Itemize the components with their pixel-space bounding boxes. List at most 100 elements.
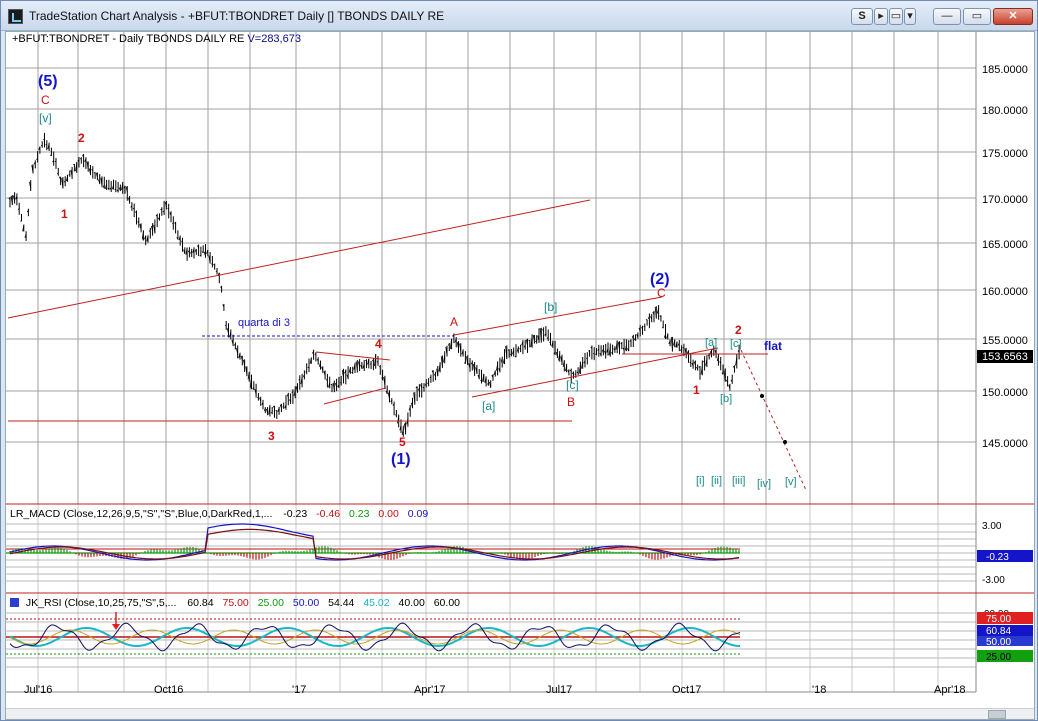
macd-value-2: -0.46 xyxy=(316,508,341,520)
time-label: '17 xyxy=(292,684,306,696)
wave-1-right-label: 1 xyxy=(693,383,700,397)
scrollbar-thumb[interactable] xyxy=(988,710,1006,719)
rsi-25-value: 25.00 xyxy=(986,652,1011,663)
s-button[interactable]: S xyxy=(851,8,873,25)
wave-c-box-label: [c] xyxy=(566,378,579,392)
wave-1-big-label: (1) xyxy=(391,451,411,468)
wave-a-label: A xyxy=(450,315,458,329)
wave-v-right-label: [v] xyxy=(785,476,797,488)
wave-4-label: 4 xyxy=(375,337,382,351)
rsi-value-7: 40.00 xyxy=(398,597,425,609)
wave-i-label: [i] xyxy=(696,475,705,487)
rsi-value-4: 50.00 xyxy=(292,597,320,609)
rsi-current-value: 60.84 xyxy=(986,626,1011,637)
time-label: Apr'18 xyxy=(934,684,965,696)
price-label: 175.0000 xyxy=(982,148,1028,160)
wave-iv-label: [iv] xyxy=(757,478,771,490)
price-label: 185.0000 xyxy=(982,64,1028,76)
long-trendline xyxy=(7,199,591,319)
wave-ii-label: [ii] xyxy=(711,475,722,487)
wave-a-box-label: [a] xyxy=(482,399,495,413)
triangle-top xyxy=(315,351,391,361)
wave-b-box2-label: [b] xyxy=(720,393,732,405)
axes xyxy=(6,32,1034,693)
maximize-button[interactable]: ▭ xyxy=(963,8,991,25)
rsi-legend-square-icon xyxy=(10,598,19,607)
macd-panel xyxy=(6,523,976,582)
macd-value-4: 0.00 xyxy=(378,508,399,520)
symbol-label: +BFUT:TBONDRET - Daily TBONDS DAILY RE xyxy=(12,33,245,45)
wave-5-label: (5) xyxy=(38,73,58,90)
time-axis-labels: Jul'16 Oct16 '17 Apr'17 Jul17 Oct17 '18 … xyxy=(24,684,965,696)
close-button[interactable]: ✕ xyxy=(993,8,1033,25)
rsi-50-value: 50.00 xyxy=(986,637,1011,648)
wave-c-right-label: C xyxy=(657,286,666,300)
trading-window: TradeStation Chart Analysis - +BFUT:TBON… xyxy=(0,0,1038,721)
time-label: Jul17 xyxy=(546,684,572,696)
symbol-header: +BFUT:TBONDRET - Daily TBONDS DAILY RE V… xyxy=(12,33,301,45)
price-label: 170.0000 xyxy=(982,194,1028,206)
volume-label: V=283,673 xyxy=(247,33,301,45)
flat-label: flat xyxy=(764,339,782,353)
chart-area[interactable]: 185.0000 180.0000 175.0000 170.0000 165.… xyxy=(5,31,1035,720)
time-label: '18 xyxy=(812,684,826,696)
wave-5-low-label: 5 xyxy=(399,435,406,449)
svg-text:3.00: 3.00 xyxy=(982,521,1002,532)
rsi-panel xyxy=(6,612,976,668)
channel-top xyxy=(453,296,663,336)
wave-3-label: 3 xyxy=(268,429,275,443)
wave-1-label: 1 xyxy=(61,207,68,221)
horizontal-scrollbar[interactable] xyxy=(6,708,1034,719)
minimize-button[interactable]: — xyxy=(933,8,961,25)
macd-value-3: 0.23 xyxy=(349,508,370,520)
wave-2-label: 2 xyxy=(78,131,85,145)
projection-point-1 xyxy=(760,394,764,398)
macd-legend[interactable]: LR_MACD (Close,12,26,9,5,"S","S",Blue,0,… xyxy=(10,508,428,520)
time-label: Oct16 xyxy=(154,684,183,696)
title-bar[interactable]: TradeStation Chart Analysis - +BFUT:TBON… xyxy=(1,1,1037,31)
rsi-value-6: 45.02 xyxy=(363,597,390,609)
time-label: Oct17 xyxy=(672,684,701,696)
price-label: 155.0000 xyxy=(982,335,1028,347)
rsi-value-3: 25.00 xyxy=(257,597,284,609)
price-label: 160.0000 xyxy=(982,286,1028,298)
dropdown-button[interactable]: ▾ xyxy=(904,8,916,25)
rsi-value-5: 54.44 xyxy=(328,597,355,609)
macd-name: LR_MACD (Close,12,26,9,5,"S","S",Blue,0,… xyxy=(10,508,273,520)
price-label: 180.0000 xyxy=(982,105,1028,117)
wave-a-box2-label: [a] xyxy=(705,337,717,349)
triangle-bottom xyxy=(323,387,387,405)
wave-b-box-label: [b] xyxy=(544,300,557,314)
time-label: Jul'16 xyxy=(24,684,52,696)
wave-iii-label: [iii] xyxy=(732,475,745,487)
wave-c-box2-label: [c] xyxy=(730,338,742,350)
tools-arrow-button[interactable]: ▸ xyxy=(874,8,888,25)
wave-c-label: C xyxy=(41,93,50,107)
wave-annotations: (5) C [v] 2 1 quarta di 3 4 3 5 (1) A [b… xyxy=(38,73,797,490)
wave-2-right-label: 2 xyxy=(735,323,742,337)
rsi-legend[interactable]: JK_RSI (Close,10,25,75,"S",5,... 60.84 7… xyxy=(10,597,460,609)
rsi-value-1: 60.84 xyxy=(187,597,214,609)
rsi-name: JK_RSI (Close,10,25,75,"S",5,... xyxy=(25,597,177,609)
wave-v-label: [v] xyxy=(39,111,52,125)
quarta-di-3-label: quarta di 3 xyxy=(238,317,290,329)
rsi-value-8: 60.00 xyxy=(433,597,460,609)
restore-layout-button[interactable]: ▭ xyxy=(889,8,903,25)
price-label: 150.0000 xyxy=(982,387,1028,399)
projection-line xyxy=(740,349,807,491)
rsi-value-2: 75.00 xyxy=(222,597,249,609)
projection-point-2 xyxy=(783,440,787,444)
macd-value-5: 0.09 xyxy=(407,508,429,520)
rsi-75-value: 75.00 xyxy=(986,614,1011,625)
time-label: Apr'17 xyxy=(414,684,445,696)
macd-current-value: -0.23 xyxy=(986,552,1009,563)
price-axis-labels: 185.0000 180.0000 175.0000 170.0000 165.… xyxy=(982,64,1028,450)
window-title: TradeStation Chart Analysis - +BFUT:TBON… xyxy=(29,9,445,23)
price-label: 145.0000 xyxy=(982,438,1028,450)
wave-b-label: B xyxy=(567,395,575,409)
tradestation-app-icon xyxy=(8,9,23,24)
price-label: 165.0000 xyxy=(982,239,1028,251)
macd-value-1: -0.23 xyxy=(283,508,308,520)
last-price: 153.6563 xyxy=(982,351,1028,363)
svg-text:-3.00: -3.00 xyxy=(982,575,1005,586)
